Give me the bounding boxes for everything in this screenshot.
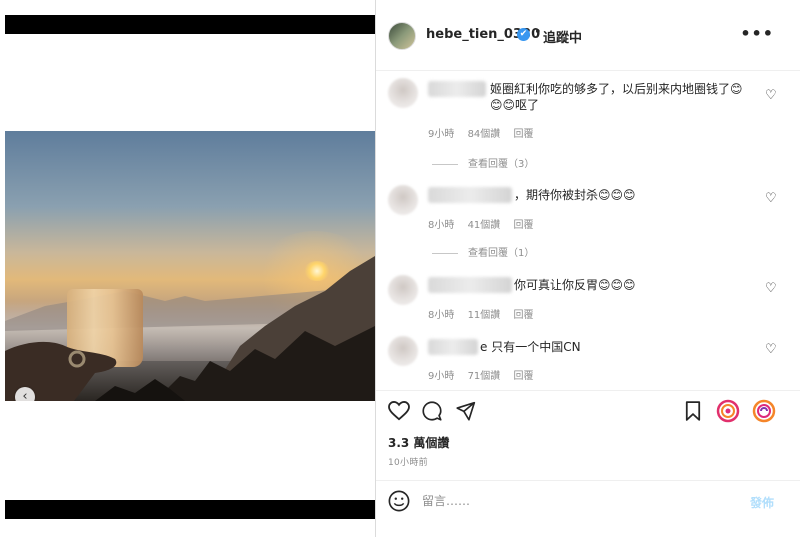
heart-icon[interactable]: ♡ xyxy=(765,281,777,296)
separator-dot: • xyxy=(534,25,542,40)
save-icon[interactable] xyxy=(685,401,701,421)
likes-count[interactable]: 3.3 萬個讚 xyxy=(388,434,449,451)
view-replies-button[interactable]: 查看回覆（3） xyxy=(432,155,534,170)
commenter-avatar[interactable] xyxy=(388,275,418,305)
heart-icon[interactable]: ♡ xyxy=(765,342,777,357)
post-photo[interactable]: ‹ xyxy=(5,131,375,401)
comment-time: 9小時 xyxy=(428,371,455,382)
comment-meta: 8小時 11個讚 回覆 xyxy=(428,306,543,321)
comment-time: 8小時 xyxy=(428,310,455,321)
heart-icon[interactable]: ♡ xyxy=(765,88,777,103)
commenter-name-blurred[interactable] xyxy=(428,187,512,203)
commenter-avatar[interactable] xyxy=(388,185,418,215)
commenter-name-blurred[interactable] xyxy=(428,277,512,293)
comment-meta: 8小時 41個讚 回覆 xyxy=(428,216,543,231)
avatar[interactable] xyxy=(388,22,416,50)
comment-input[interactable] xyxy=(420,493,724,509)
comment-likes[interactable]: 11個讚 xyxy=(468,310,501,321)
following-button[interactable]: 追蹤中 xyxy=(543,27,582,46)
story-ring-icon[interactable] xyxy=(716,399,740,423)
comment-text: ，期待你被封杀😊😊😊 xyxy=(514,188,636,202)
comment-time: 9小時 xyxy=(428,129,455,140)
reply-button[interactable]: 回覆 xyxy=(513,371,533,382)
comments-list[interactable]: 姬圈紅利你吃的够多了，以后别来内地圈钱了😊😊😊呕了 9小時 84個讚 回覆 ♡ … xyxy=(376,71,800,389)
top-letterbox-bar xyxy=(5,15,375,34)
comment-text: 姬圈紅利你吃的够多了，以后别来内地圈钱了😊😊😊呕了 xyxy=(490,82,743,112)
comment-likes[interactable]: 71個讚 xyxy=(468,371,501,382)
replies-line xyxy=(432,252,458,254)
heart-icon[interactable]: ♡ xyxy=(765,191,777,206)
comment-likes[interactable]: 41個讚 xyxy=(468,220,501,231)
bottom-letterbox-bar xyxy=(5,500,375,519)
comment-meta: 9小時 71個讚 回覆 xyxy=(428,367,543,382)
comment-time: 8小時 xyxy=(428,220,455,231)
replies-line xyxy=(432,163,458,165)
story-ring-icon[interactable] xyxy=(752,399,776,423)
comment-icon[interactable] xyxy=(422,401,442,421)
post-header: hebe_tien_0330 ✔ • 追蹤中 ••• xyxy=(376,0,800,71)
reply-button[interactable]: 回覆 xyxy=(513,310,533,321)
commenter-name-blurred[interactable] xyxy=(428,81,486,97)
post-timestamp: 10小時前 xyxy=(388,458,428,468)
view-replies-button[interactable]: 查看回覆（1） xyxy=(432,244,534,259)
reply-button[interactable]: 回覆 xyxy=(513,129,533,140)
comment-meta: 9小時 84個讚 回覆 xyxy=(428,125,543,140)
comment-composer: 發佈 xyxy=(376,480,800,538)
commenter-avatar[interactable] xyxy=(388,336,418,366)
verified-badge-icon: ✔ xyxy=(517,28,530,41)
action-bar xyxy=(376,390,800,429)
share-icon[interactable] xyxy=(456,401,476,421)
emoji-icon[interactable] xyxy=(388,490,410,512)
comment-text: e 只有一个中国CN xyxy=(480,340,581,354)
commenter-avatar[interactable] xyxy=(388,78,418,108)
like-heart-icon[interactable] xyxy=(388,401,410,421)
post-comment-button[interactable]: 發佈 xyxy=(750,494,774,511)
reply-button[interactable]: 回覆 xyxy=(513,220,533,231)
commenter-name-blurred[interactable] xyxy=(428,339,478,355)
comment-text: 你可真让你反胃😊😊😊 xyxy=(514,278,636,292)
comment-likes[interactable]: 84個讚 xyxy=(468,129,501,140)
carousel-prev-button[interactable]: ‹ xyxy=(15,387,35,401)
more-options-icon[interactable]: ••• xyxy=(740,24,774,43)
